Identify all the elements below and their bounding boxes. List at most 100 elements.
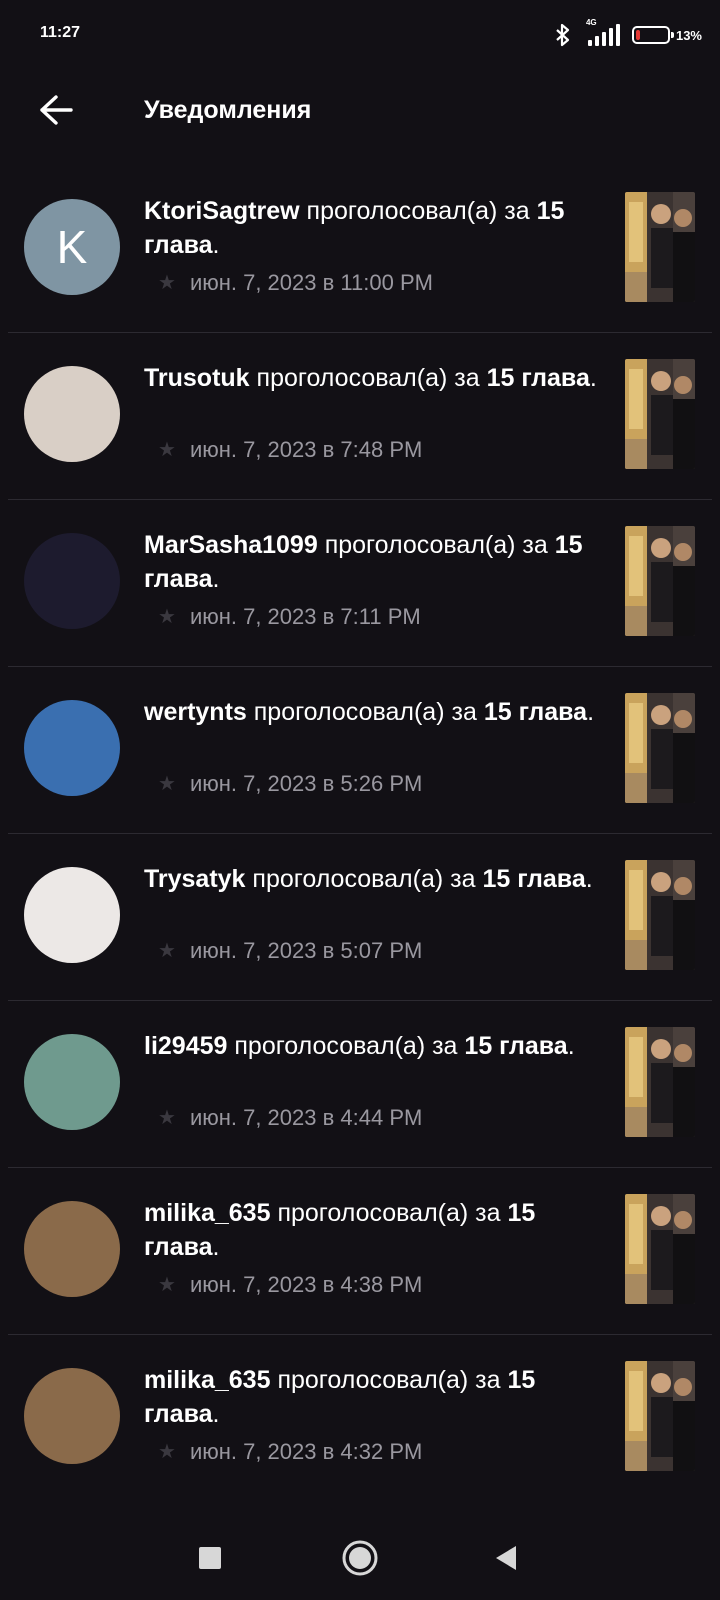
star-icon: ★ xyxy=(158,940,176,962)
notification-time: июн. 7, 2023 в 4:44 PM xyxy=(189,1105,423,1130)
notification-target[interactable]: 15 глава xyxy=(487,364,590,392)
story-cover-image xyxy=(625,1027,695,1137)
notification-text: MarSasha1099 проголосовал(а) за 15 глава… xyxy=(144,528,614,596)
notification-user[interactable]: Trysatyk xyxy=(144,865,245,893)
notification-item[interactable]: Trysatyk проголосовал(а) за 15 глава. ★ … xyxy=(8,834,712,1001)
notification-text: KtoriSagtrew проголосовал(а) за 15 глава… xyxy=(144,194,614,262)
notification-item[interactable]: MarSasha1099 проголосовал(а) за 15 глава… xyxy=(8,500,712,667)
star-icon: ★ xyxy=(158,1441,176,1463)
app-bar: Уведомления xyxy=(0,70,720,155)
home-button[interactable] xyxy=(336,1536,384,1584)
notification-meta: ★ июн. 7, 2023 в 7:48 PM xyxy=(158,437,422,463)
notification-meta: ★ июн. 7, 2023 в 4:32 PM xyxy=(158,1439,422,1465)
notification-action: проголосовал(а) за xyxy=(324,531,548,559)
notification-period: . xyxy=(589,364,597,392)
story-cover-image xyxy=(625,359,695,469)
status-icons: 4G 13% xyxy=(554,18,702,50)
notification-item[interactable]: wertynts проголосовал(а) за 15 глава. ★ … xyxy=(8,667,712,834)
story-cover-image xyxy=(625,1361,695,1471)
recents-button[interactable] xyxy=(186,1536,234,1584)
notification-target[interactable]: 15 глава xyxy=(484,698,587,726)
notification-time: июн. 7, 2023 в 4:32 PM xyxy=(189,1439,423,1464)
notification-user[interactable]: Trusotuk xyxy=(144,364,250,392)
notification-text: li29459 проголосовал(а) за 15 глава. xyxy=(144,1029,614,1063)
notification-action: проголосовал(а) за xyxy=(252,865,476,893)
notification-period: . xyxy=(212,565,220,593)
notification-item[interactable]: K KtoriSagtrew проголосовал(а) за 15 гла… xyxy=(8,166,712,333)
notification-time: июн. 7, 2023 в 7:48 PM xyxy=(189,437,423,462)
notification-action: проголосовал(а) за xyxy=(306,197,530,225)
notification-item[interactable]: Trusotuk проголосовал(а) за 15 глава. ★ … xyxy=(8,333,712,500)
star-icon: ★ xyxy=(158,773,176,795)
story-thumbnail[interactable] xyxy=(625,192,695,302)
notification-meta: ★ июн. 7, 2023 в 7:11 PM xyxy=(158,604,421,630)
notification-user[interactable]: KtoriSagtrew xyxy=(144,197,300,225)
notification-user[interactable]: li29459 xyxy=(144,1032,227,1060)
avatar[interactable] xyxy=(24,1201,120,1297)
notification-period: . xyxy=(212,1233,220,1261)
notification-period: . xyxy=(587,698,595,726)
star-icon: ★ xyxy=(158,1107,176,1129)
story-thumbnail[interactable] xyxy=(625,693,695,803)
notification-time: июн. 7, 2023 в 5:26 PM xyxy=(189,771,423,796)
notification-user[interactable]: wertynts xyxy=(144,698,247,726)
avatar[interactable] xyxy=(24,533,120,629)
notification-meta: ★ июн. 7, 2023 в 5:26 PM xyxy=(158,771,422,797)
notification-text: milika_635 проголосовал(а) за 15 глава. xyxy=(144,1196,614,1264)
notification-time: июн. 7, 2023 в 7:11 PM xyxy=(189,604,421,629)
story-cover-image xyxy=(625,693,695,803)
avatar[interactable]: K xyxy=(24,199,120,295)
story-thumbnail[interactable] xyxy=(625,526,695,636)
notification-target[interactable]: 15 глава xyxy=(464,1032,567,1060)
notification-action: проголосовал(а) за xyxy=(256,364,480,392)
notification-list: K KtoriSagtrew проголосовал(а) за 15 гла… xyxy=(0,166,720,1501)
arrow-left-icon xyxy=(38,94,74,131)
notification-user[interactable]: MarSasha1099 xyxy=(144,531,318,559)
notification-period: . xyxy=(567,1032,575,1060)
avatar[interactable] xyxy=(24,1034,120,1130)
notification-meta: ★ июн. 7, 2023 в 4:44 PM xyxy=(158,1105,422,1131)
story-thumbnail[interactable] xyxy=(625,1027,695,1137)
story-thumbnail[interactable] xyxy=(625,1361,695,1471)
battery-icon: 13% xyxy=(631,26,702,44)
story-thumbnail[interactable] xyxy=(625,860,695,970)
notification-time: июн. 7, 2023 в 5:07 PM xyxy=(189,938,423,963)
notification-meta: ★ июн. 7, 2023 в 5:07 PM xyxy=(158,938,422,964)
notification-period: . xyxy=(212,1400,220,1428)
avatar-letter: K xyxy=(56,221,88,273)
notification-meta: ★ июн. 7, 2023 в 4:38 PM xyxy=(158,1272,422,1298)
system-nav-bar xyxy=(0,1500,720,1600)
notification-meta: ★ июн. 7, 2023 в 11:00 PM xyxy=(158,270,433,296)
story-thumbnail[interactable] xyxy=(625,359,695,469)
notification-time: июн. 7, 2023 в 11:00 PM xyxy=(189,270,433,295)
avatar[interactable] xyxy=(24,1368,120,1464)
nav-back-button[interactable] xyxy=(482,1536,530,1584)
page-title: Уведомления xyxy=(144,96,312,124)
star-icon: ★ xyxy=(158,606,176,628)
signal-icon: 4G xyxy=(584,18,620,46)
notification-item[interactable]: milika_635 проголосовал(а) за 15 глава. … xyxy=(8,1168,712,1335)
notification-time: июн. 7, 2023 в 4:38 PM xyxy=(189,1272,423,1297)
bluetooth-icon xyxy=(554,23,572,47)
story-cover-image xyxy=(625,860,695,970)
back-button[interactable] xyxy=(28,88,84,136)
avatar[interactable] xyxy=(24,700,120,796)
avatar[interactable] xyxy=(24,366,120,462)
notification-action: проголосовал(а) за xyxy=(277,1199,501,1227)
notification-text: Trusotuk проголосовал(а) за 15 глава. xyxy=(144,361,614,395)
story-thumbnail[interactable] xyxy=(625,1194,695,1304)
notification-item[interactable]: milika_635 проголосовал(а) за 15 глава. … xyxy=(8,1335,712,1501)
triangle-back-icon xyxy=(493,1544,519,1577)
notification-user[interactable]: milika_635 xyxy=(144,1366,271,1394)
notification-period: . xyxy=(212,231,220,259)
notification-text: wertynts проголосовал(а) за 15 глава. xyxy=(144,695,614,729)
notification-user[interactable]: milika_635 xyxy=(144,1199,271,1227)
avatar[interactable] xyxy=(24,867,120,963)
status-time: 11:27 xyxy=(40,24,81,41)
battery-percent: 13% xyxy=(675,27,702,43)
story-cover-image xyxy=(625,526,695,636)
square-icon xyxy=(198,1546,222,1575)
notification-target[interactable]: 15 глава xyxy=(482,865,585,893)
notification-item[interactable]: li29459 проголосовал(а) за 15 глава. ★ и… xyxy=(8,1001,712,1168)
star-icon: ★ xyxy=(158,272,176,294)
